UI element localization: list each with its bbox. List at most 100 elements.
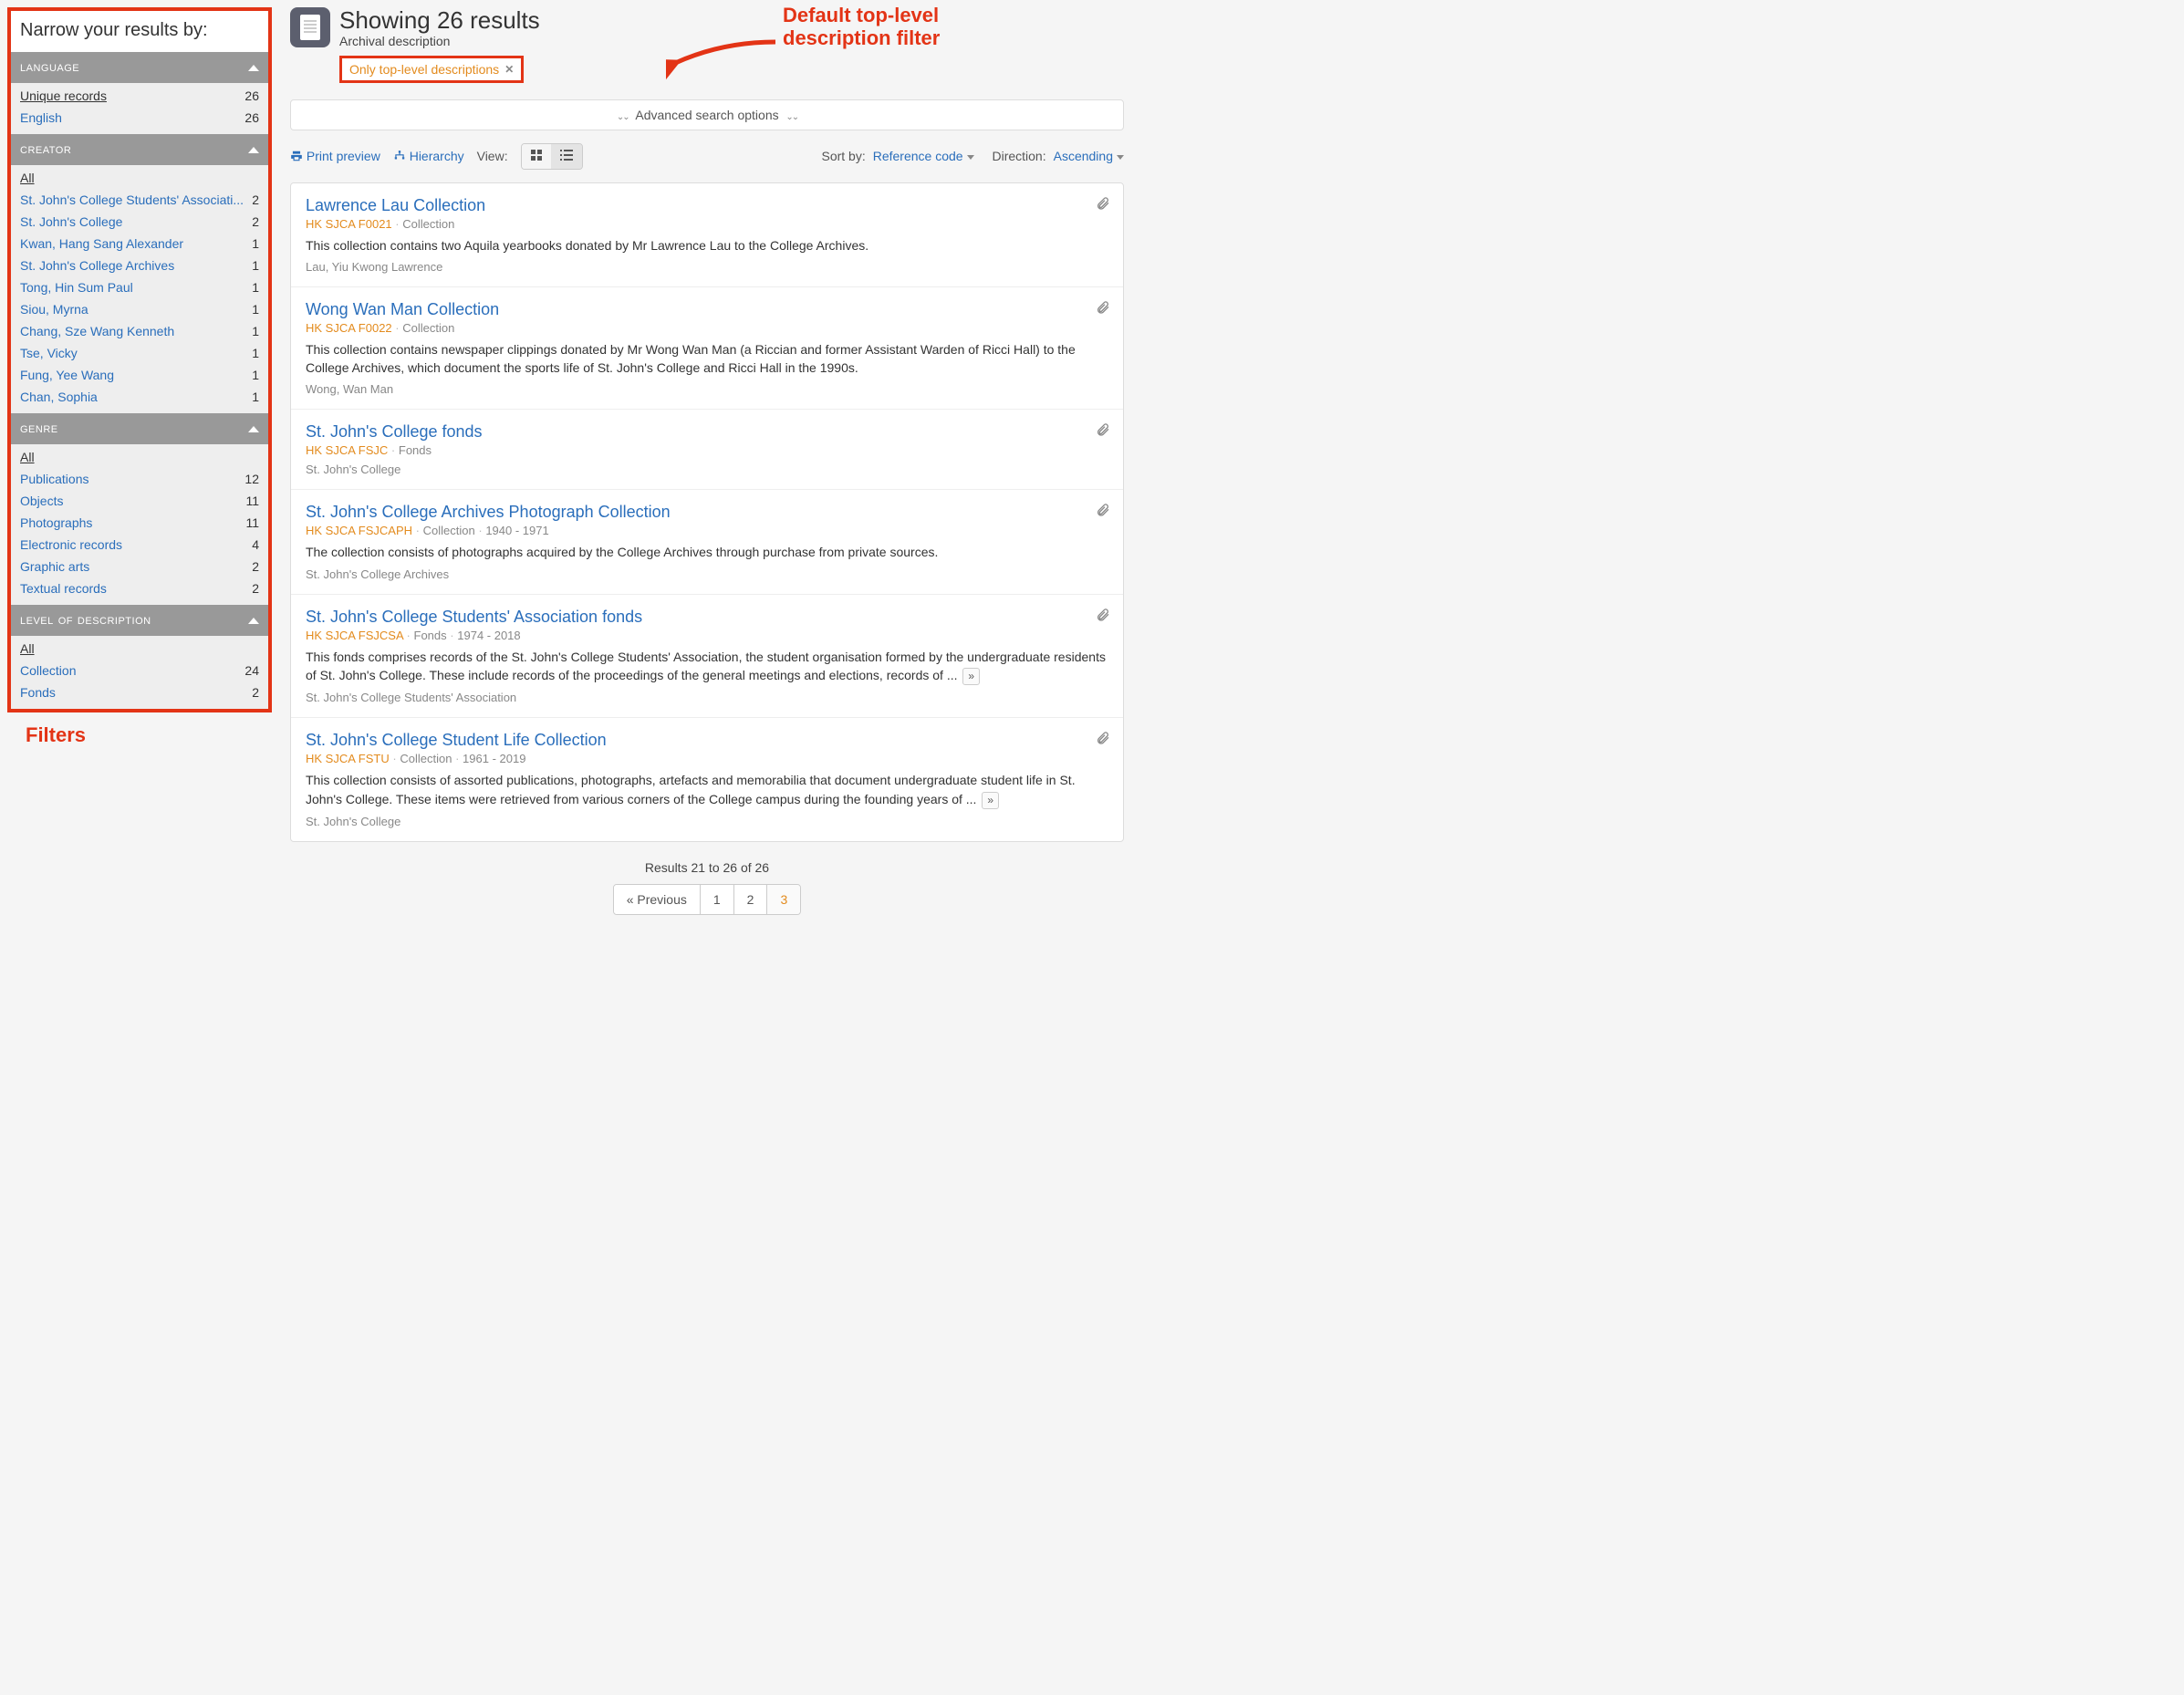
facet-item-link[interactable]: Objects [20, 494, 63, 508]
clipboard-icon[interactable] [1096, 731, 1110, 748]
facet-item-count: 1 [252, 368, 259, 382]
facet-item-link[interactable]: St. John's College Students' Associati..… [20, 192, 244, 207]
annotation-callout: Default top-level description filter [783, 4, 940, 50]
result-level: Collection [402, 321, 454, 335]
facet-header-creator[interactable]: creator [11, 134, 268, 165]
active-filter-chip[interactable]: Only top-level descriptions ✕ [339, 56, 524, 83]
facet-item-link[interactable]: Tong, Hin Sum Paul [20, 280, 133, 295]
result-title-link[interactable]: Wong Wan Man Collection [306, 300, 1108, 319]
facet-item: Fonds2 [11, 681, 268, 703]
facet-item-link[interactable]: Fonds [20, 685, 56, 700]
facet-item: Graphic arts 2 [11, 556, 268, 577]
facet-item-count: 4 [252, 537, 259, 552]
result-item: St. John's College fondsHK SJCA FSJC · F… [291, 410, 1123, 490]
annotation-filters-caption: Filters [26, 723, 272, 747]
result-dates: 1940 - 1971 [485, 524, 548, 537]
result-description: This collection contains two Aquila year… [306, 236, 1108, 255]
clipboard-icon[interactable] [1096, 422, 1110, 440]
pager-page-button[interactable]: 3 [767, 885, 800, 914]
result-ref-code: HK SJCA FSJC [306, 443, 388, 457]
clipboard-icon[interactable] [1096, 503, 1110, 520]
close-icon[interactable]: ✕ [504, 63, 514, 76]
filters-sidebar: Narrow your results by: languageUnique r… [7, 7, 272, 712]
result-meta: HK SJCA FSJCAPH · Collection · 1940 - 19… [306, 524, 1108, 537]
facet-item-link[interactable]: English [20, 110, 62, 125]
facet-item-link[interactable]: Textual records [20, 581, 107, 596]
facet-item-link[interactable]: St. John's College Archives [20, 258, 174, 273]
facet-item-link[interactable]: Unique records [20, 88, 107, 103]
clipboard-icon[interactable] [1096, 196, 1110, 213]
facet-item: All [11, 446, 268, 468]
facet-item-count: 1 [252, 302, 259, 317]
facet-item-count: 2 [252, 581, 259, 596]
result-ref-code: HK SJCA F0021 [306, 217, 392, 231]
result-description: This fonds comprises records of the St. … [306, 648, 1108, 686]
facet-item-count: 2 [252, 559, 259, 574]
result-creator: St. John's College [306, 815, 1108, 828]
facet-item-count: 1 [252, 258, 259, 273]
facet-item-link[interactable]: Fung, Yee Wang [20, 368, 114, 382]
facet-item-link[interactable]: Kwan, Hang Sang Alexander [20, 236, 183, 251]
facet-header-language[interactable]: language [11, 52, 268, 83]
pager: « Previous123 [613, 884, 802, 915]
facet-header-level[interactable]: level of description [11, 605, 268, 636]
facet-item-count: 11 [245, 515, 259, 530]
sort-by-label: Sort by: [821, 149, 865, 163]
facet-item-link[interactable]: Tse, Vicky [20, 346, 78, 360]
facet-item: Tse, Vicky 1 [11, 342, 268, 364]
facet-item-link[interactable]: Chan, Sophia [20, 390, 98, 404]
facet-item-link[interactable]: All [20, 171, 35, 185]
facet-item-count: 1 [252, 346, 259, 360]
facet-item-count: 26 [244, 110, 259, 125]
facet-item-link[interactable]: Collection [20, 663, 76, 678]
result-creator: Lau, Yiu Kwong Lawrence [306, 260, 1108, 274]
facet-item-link[interactable]: All [20, 641, 35, 656]
facet-item: Publications12 [11, 468, 268, 490]
clipboard-icon[interactable] [1096, 608, 1110, 625]
facet-item-count: 24 [244, 663, 259, 678]
pager-page-button[interactable]: 1 [701, 885, 734, 914]
clipboard-icon[interactable] [1096, 300, 1110, 317]
view-list-button[interactable] [551, 144, 582, 169]
chevron-down-icon: ⌄⌄ [785, 112, 797, 122]
facet-item-link[interactable]: All [20, 450, 35, 464]
pager-page-button[interactable]: 2 [734, 885, 768, 914]
facet-item-link[interactable]: Photographs [20, 515, 92, 530]
result-title-link[interactable]: St. John's College fonds [306, 422, 1108, 442]
grid-icon [531, 150, 542, 161]
facet-item-count: 26 [244, 88, 259, 103]
facet-item-link[interactable]: St. John's College [20, 214, 122, 229]
facet-header-label: language [20, 59, 79, 76]
direction-dropdown[interactable]: Ascending [1054, 149, 1124, 163]
result-title-link[interactable]: St. John's College Students' Association… [306, 608, 1108, 627]
sort-by-dropdown[interactable]: Reference code [873, 149, 974, 163]
facet-item: St. John's College Students' Associati..… [11, 189, 268, 211]
read-more-button[interactable]: » [962, 668, 980, 685]
facet-item-link[interactable]: Publications [20, 472, 89, 486]
facet-header-genre[interactable]: genre [11, 413, 268, 444]
hierarchy-icon [393, 150, 406, 162]
result-ref-code: HK SJCA F0022 [306, 321, 392, 335]
facet-item-link[interactable]: Graphic arts [20, 559, 89, 574]
result-creator: St. John's College Students' Association [306, 691, 1108, 704]
facet-item-link[interactable]: Chang, Sze Wang Kenneth [20, 324, 174, 338]
facet-item: Textual records 2 [11, 577, 268, 599]
facet-item-link[interactable]: Siou, Myrna [20, 302, 88, 317]
result-level: Fonds [414, 629, 447, 642]
hierarchy-link[interactable]: Hierarchy [393, 149, 464, 163]
print-preview-link[interactable]: Print preview [290, 149, 380, 163]
view-grid-button[interactable] [522, 144, 551, 169]
facet-item-count: 1 [252, 280, 259, 295]
result-title-link[interactable]: St. John's College Archives Photograph C… [306, 503, 1108, 522]
result-title-link[interactable]: Lawrence Lau Collection [306, 196, 1108, 215]
facet-header-label: level of description [20, 612, 151, 629]
facet-item-link[interactable]: Electronic records [20, 537, 122, 552]
result-ref-code: HK SJCA FSJCAPH [306, 524, 412, 537]
chevron-up-icon [248, 426, 259, 432]
pager-prev-button[interactable]: « Previous [614, 885, 701, 914]
read-more-button[interactable]: » [982, 792, 999, 809]
result-title-link[interactable]: St. John's College Student Life Collecti… [306, 731, 1108, 750]
advanced-search-toggle[interactable]: ⌄⌄ Advanced search options ⌄⌄ [290, 99, 1124, 130]
result-description: This collection consists of assorted pub… [306, 771, 1108, 809]
result-meta: HK SJCA FSTU · Collection · 1961 - 2019 [306, 752, 1108, 765]
